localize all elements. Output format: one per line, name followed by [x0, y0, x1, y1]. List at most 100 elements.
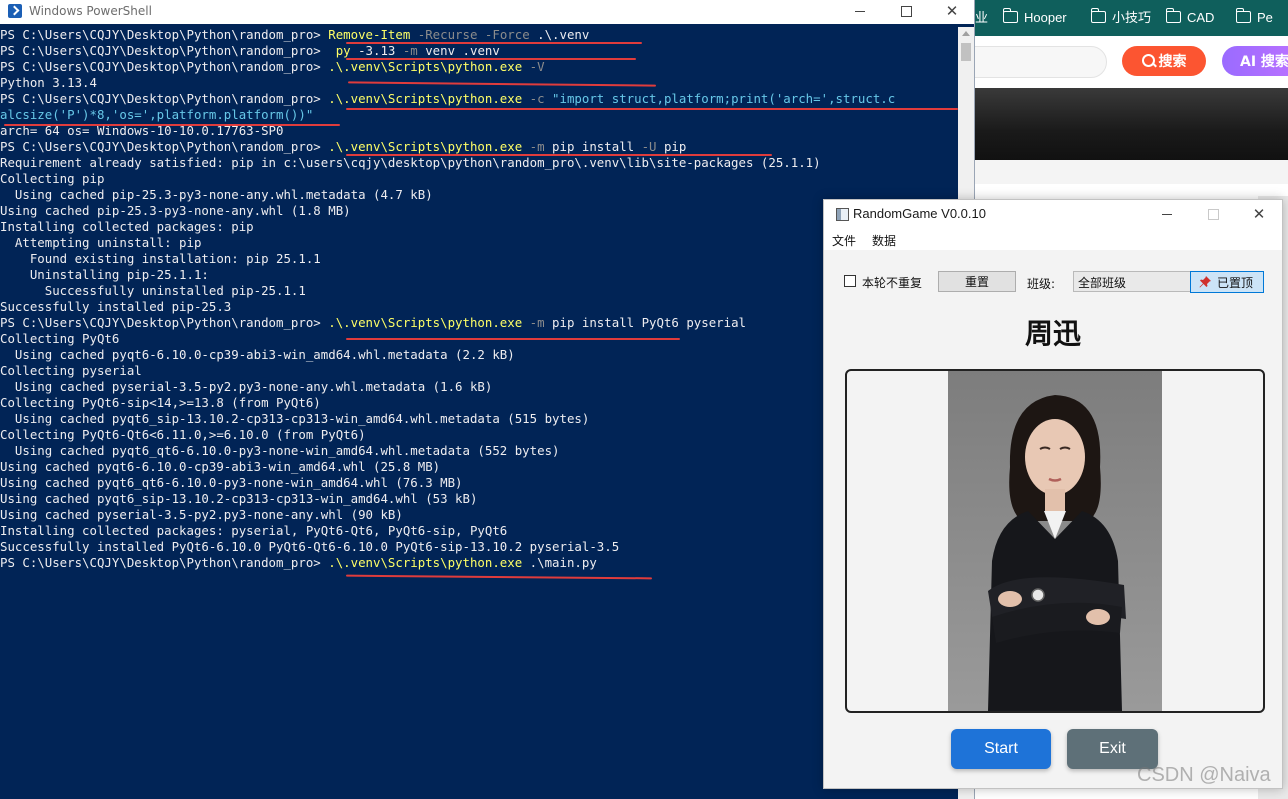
console-output[interactable]: PS C:\Users\CQJY\Desktop\Python\random_p… [0, 27, 958, 799]
console-text: Using cached pip-25.3-py3-none-any.whl (… [0, 203, 351, 218]
scroll-thumb[interactable] [961, 43, 971, 61]
console-text: -m [522, 315, 545, 330]
console-text: alcsize('P')*8,'os=',platform.platform()… [0, 107, 314, 122]
console-text: py [328, 43, 351, 58]
console-line: Using cached pyqt6_qt6-6.10.0-py3-none-w… [0, 443, 560, 459]
console-text: -V [522, 59, 545, 74]
console-text: Using cached pyqt6-6.10.0-cp39-abi3-win_… [0, 459, 441, 474]
maximize-icon [900, 5, 912, 17]
console-text: Installing collected packages: pip [0, 219, 254, 234]
bookmark-folder-hooper[interactable]: Hooper [1002, 8, 1067, 27]
maximize-button[interactable] [883, 0, 929, 24]
console-line: Requirement already satisfied: pip in c:… [0, 155, 821, 171]
photo-frame [845, 369, 1265, 713]
console-text: Found existing installation: pip 25.1.1 [0, 251, 321, 266]
console-line: Collecting PyQt6 [0, 331, 119, 347]
console-line: Successfully uninstalled pip-25.1.1 [0, 283, 306, 299]
console-text: PS C:\Users\CQJY\Desktop\Python\random_p… [0, 91, 329, 106]
console-text: .\.venv\Scripts\python.exe [328, 59, 523, 74]
console-text: PS C:\Users\CQJY\Desktop\Python\random_p… [0, 139, 329, 154]
annotation-underline [346, 338, 680, 340]
bookmark-folder-pe[interactable]: Pe [1235, 8, 1273, 27]
search-button[interactable]: 搜索 [1122, 46, 1206, 76]
console-text: -Recurse -Force [410, 27, 530, 42]
randomgame-title: RandomGame V0.0.10 [853, 206, 986, 221]
class-select[interactable]: 全部班级 [1073, 271, 1191, 292]
console-line: Using cached pip-25.3-py3-none-any.whl.m… [0, 187, 433, 203]
console-text: venv .venv [417, 43, 500, 58]
console-line: Collecting PyQt6-Qt6<6.11.0,>=6.10.0 (fr… [0, 427, 366, 443]
console-line: Uninstalling pip-25.1.1: [0, 267, 209, 283]
bookmark-label: 业 [975, 10, 989, 25]
console-text: .\.venv [529, 27, 590, 42]
ai-search-label: AI 搜索 [1240, 54, 1288, 70]
console-text: Successfully uninstalled pip-25.1.1 [0, 283, 306, 298]
annotation-underline [346, 154, 772, 156]
console-line: Using cached pyqt6-6.10.0-cp39-abi3-win_… [0, 347, 515, 363]
no-repeat-label: 本轮不重复 [862, 276, 923, 290]
class-label: 班级: [1027, 277, 1056, 291]
console-line: Using cached pyqt6_qt6-6.10.0-py3-none-w… [0, 475, 463, 491]
bookmark-label: CAD [1187, 10, 1215, 25]
reset-button[interactable]: 重置 [938, 271, 1016, 292]
console-text: "import struct,platform;print('arch=',st… [544, 91, 896, 106]
randomgame-window: RandomGame V0.0.10 ✕ 文件 数据 本轮不重复 重置 班级: … [823, 199, 1283, 789]
console-text: .\.venv\Scripts\python.exe [328, 139, 523, 154]
menu-bar: 文件 数据 [824, 229, 1282, 250]
console-line: PS C:\Users\CQJY\Desktop\Python\random_p… [0, 27, 589, 43]
search-button-label: 搜索 [1158, 54, 1187, 70]
console-text: Using cached pyqt6-6.10.0-cp39-abi3-win_… [0, 347, 515, 362]
console-line: PS C:\Users\CQJY\Desktop\Python\random_p… [0, 59, 545, 75]
maximize-button [1190, 200, 1236, 229]
powershell-titlebar: Windows PowerShell ✕ [0, 0, 974, 24]
bookmark-label: 小技巧 [1112, 10, 1152, 25]
menu-file[interactable]: 文件 [832, 232, 856, 249]
close-icon: ✕ [945, 2, 959, 20]
search-icon [1141, 54, 1155, 67]
ai-search-button[interactable]: AI 搜索 [1222, 46, 1288, 76]
console-text: Attempting uninstall: pip [0, 235, 202, 250]
minimize-button[interactable] [1144, 200, 1190, 229]
console-line: PS C:\Users\CQJY\Desktop\Python\random_p… [0, 555, 597, 571]
close-button[interactable]: ✕ [929, 0, 975, 24]
console-text: PS C:\Users\CQJY\Desktop\Python\random_p… [0, 59, 329, 74]
pin-icon [1199, 276, 1211, 288]
console-text: Collecting PyQt6-Qt6<6.11.0,>=6.10.0 (fr… [0, 427, 366, 442]
scroll-up-arrow-icon[interactable] [962, 31, 970, 36]
console-text: Collecting pip [0, 171, 105, 186]
bookmark-folder-cad[interactable]: CAD [1165, 8, 1215, 27]
minimize-button[interactable] [837, 0, 883, 24]
console-text: -c [522, 91, 545, 106]
console-line: Attempting uninstall: pip [0, 235, 202, 251]
console-text: Successfully installed pip-25.3 [0, 299, 232, 314]
console-text: -U [641, 139, 657, 154]
console-text: Collecting PyQt6-sip<14,>=13.8 (from PyQ… [0, 395, 321, 410]
console-line: Installing collected packages: pyserial,… [0, 523, 507, 539]
exit-button[interactable]: Exit [1067, 729, 1158, 769]
person-photo [948, 371, 1162, 711]
console-line: Collecting PyQt6-sip<14,>=13.8 (from PyQ… [0, 395, 321, 411]
randomgame-titlebar: RandomGame V0.0.10 ✕ [824, 200, 1282, 229]
pin-on-top-button[interactable]: 已置顶 [1190, 271, 1264, 293]
console-text: Using cached pyserial-3.5-py2.py3-none-a… [0, 507, 403, 522]
annotation-underline [346, 42, 642, 44]
search-input[interactable] [975, 46, 1107, 78]
bookmark-folder-tips[interactable]: 小技巧 [1090, 8, 1152, 27]
bookmark-label: Hooper [1024, 10, 1067, 25]
no-repeat-checkbox[interactable] [844, 275, 856, 287]
maximize-icon [1207, 209, 1219, 220]
console-text: .\.venv\Scripts\python.exe [328, 315, 523, 330]
console-line: Using cached pyserial-3.5-py2.py3-none-a… [0, 507, 403, 523]
selected-name: 周迅 [1024, 317, 1081, 350]
console-line: Using cached pip-25.3-py3-none-any.whl (… [0, 203, 351, 219]
bookmark-item[interactable]: 业 [975, 9, 988, 27]
console-text: -3.13 [350, 43, 403, 58]
app-window-icon [836, 208, 849, 221]
console-text: Using cached pyqt6_sip-13.10.2-cp313-cp3… [0, 491, 478, 506]
close-button[interactable]: ✕ [1236, 200, 1282, 229]
console-text: Remove-Item [328, 27, 411, 42]
console-line: PS C:\Users\CQJY\Desktop\Python\random_p… [0, 139, 686, 155]
start-button[interactable]: Start [951, 729, 1051, 769]
menu-data[interactable]: 数据 [872, 232, 896, 249]
minimize-icon [1162, 214, 1172, 215]
